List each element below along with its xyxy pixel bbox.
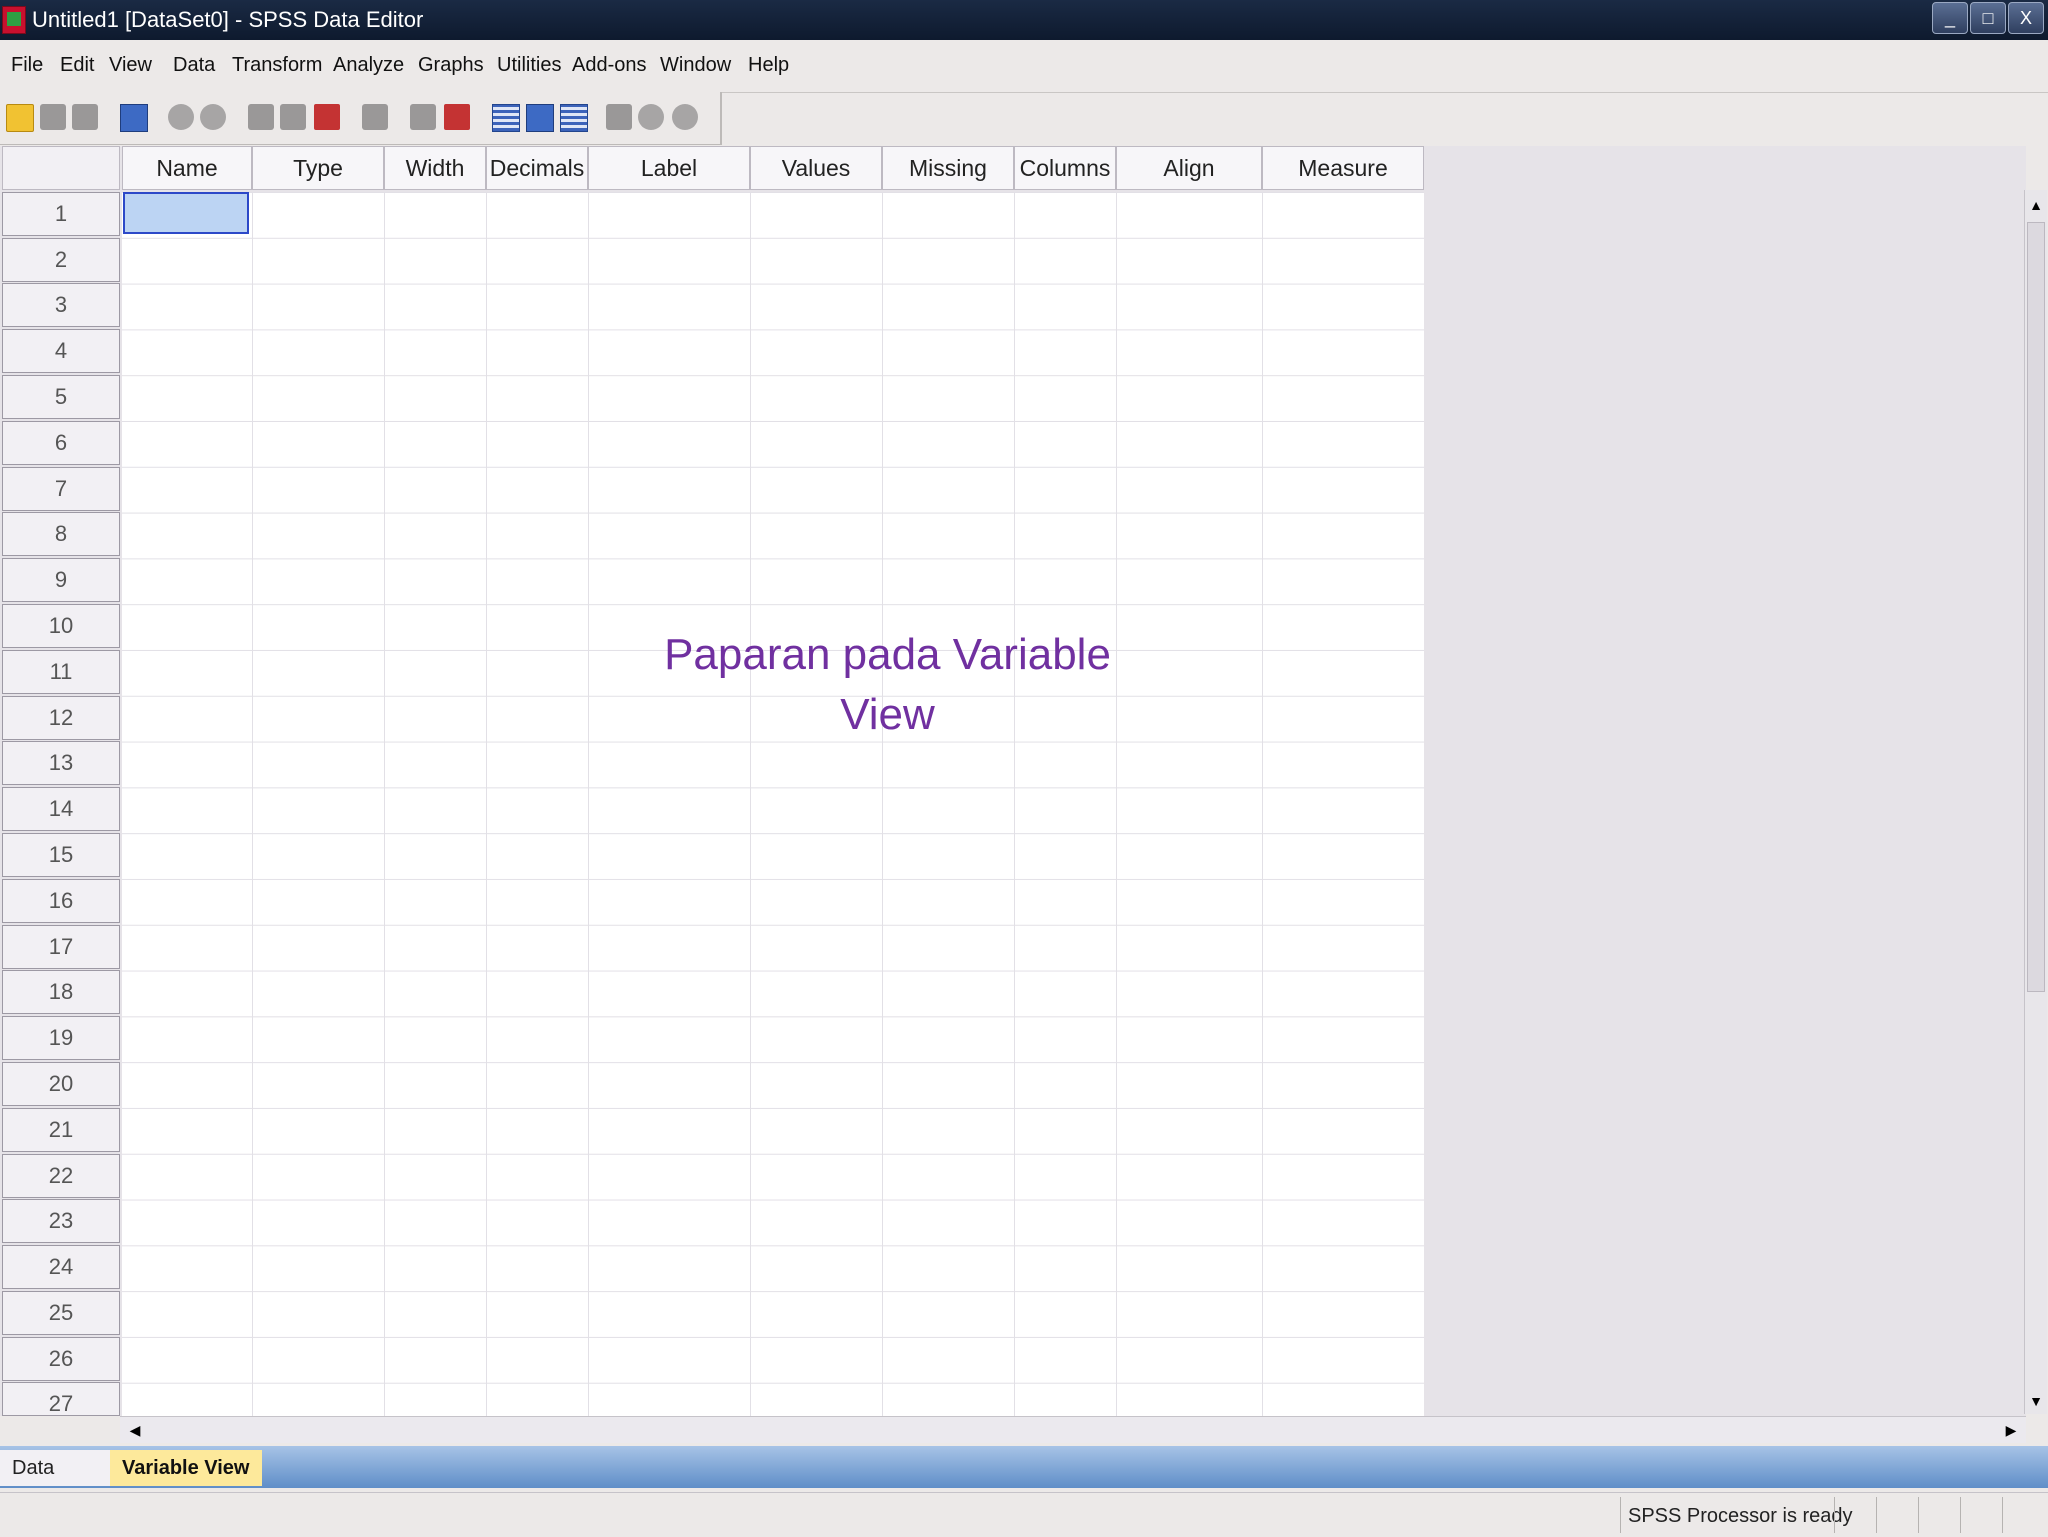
row-header[interactable]: 2 <box>2 238 120 282</box>
tab-data-view[interactable]: Data View <box>0 1450 110 1515</box>
row-header[interactable]: 21 <box>2 1108 120 1152</box>
menu-help[interactable]: Help <box>748 54 789 77</box>
insert-cases-icon[interactable] <box>410 104 436 130</box>
row-header[interactable]: 17 <box>2 925 120 969</box>
selected-cell-name-row-1[interactable] <box>123 192 249 234</box>
row-header[interactable]: 16 <box>2 879 120 923</box>
goto-variable-icon[interactable] <box>280 104 306 130</box>
menu-utilities[interactable]: Utilities <box>497 54 561 77</box>
annotation-line-2: View <box>840 690 935 739</box>
row-header[interactable]: 9 <box>2 558 120 602</box>
column-header-type[interactable]: Type <box>252 146 384 190</box>
status-text: SPSS Processor is ready <box>1628 1505 1853 1527</box>
row-header[interactable]: 18 <box>2 970 120 1014</box>
vertical-scrollbar[interactable]: ▲ ▼ <box>2024 190 2047 1414</box>
horizontal-scrollbar[interactable]: ◀ ▶ <box>120 1416 2026 1443</box>
column-header-measure[interactable]: Measure <box>1262 146 1424 190</box>
insert-variable-icon[interactable] <box>444 104 470 130</box>
column-header-width[interactable]: Width <box>384 146 486 190</box>
window-controls: _ □ X <box>1932 2 2044 36</box>
vertical-scroll-thumb[interactable] <box>2027 222 2045 992</box>
row-header[interactable]: 10 <box>2 604 120 648</box>
column-header-missing[interactable]: Missing <box>882 146 1014 190</box>
scroll-up-icon[interactable]: ▲ <box>2025 194 2047 216</box>
row-header[interactable]: 22 <box>2 1154 120 1198</box>
row-header[interactable]: 24 <box>2 1245 120 1289</box>
scroll-down-icon[interactable]: ▼ <box>2025 1390 2047 1412</box>
row-header[interactable]: 23 <box>2 1199 120 1243</box>
variables-icon[interactable] <box>314 104 340 130</box>
column-header-values[interactable]: Values <box>750 146 882 190</box>
scroll-left-icon[interactable]: ◀ <box>124 1419 146 1441</box>
row-header[interactable]: 11 <box>2 650 120 694</box>
column-header-label[interactable]: Label <box>588 146 750 190</box>
row-header[interactable]: 19 <box>2 1016 120 1060</box>
row-header[interactable]: 14 <box>2 787 120 831</box>
menu-transform[interactable]: Transform <box>232 54 322 77</box>
find-icon[interactable] <box>362 104 388 130</box>
annotation-line-1: Paparan pada Variable <box>664 630 1111 679</box>
row-header[interactable]: 12 <box>2 696 120 740</box>
row-header[interactable]: 6 <box>2 421 120 465</box>
menu-file[interactable]: File <box>11 54 43 77</box>
row-header[interactable]: 27 <box>2 1382 120 1416</box>
weight-cases-icon[interactable] <box>526 104 554 132</box>
row-header[interactable]: 8 <box>2 512 120 556</box>
row-header[interactable]: 25 <box>2 1291 120 1335</box>
redo-icon[interactable] <box>200 104 226 130</box>
menu-window[interactable]: Window <box>660 54 731 77</box>
split-file-icon[interactable] <box>492 104 520 132</box>
menu-edit[interactable]: Edit <box>60 54 94 77</box>
scroll-right-icon[interactable]: ▶ <box>2000 1419 2022 1441</box>
show-all-icon[interactable] <box>672 104 698 130</box>
grid-corner[interactable] <box>2 146 120 190</box>
row-header[interactable]: 4 <box>2 329 120 373</box>
view-tab-bar: Data View Variable View <box>0 1446 2048 1515</box>
menu-analyze[interactable]: Analyze <box>333 54 404 77</box>
menu-graphs[interactable]: Graphs <box>418 54 484 77</box>
row-header[interactable]: 1 <box>2 192 120 236</box>
row-header[interactable]: 3 <box>2 283 120 327</box>
dialog-recall-icon[interactable] <box>120 104 148 132</box>
value-labels-icon[interactable] <box>606 104 632 130</box>
print-icon[interactable] <box>72 104 98 130</box>
open-icon[interactable] <box>6 104 34 132</box>
select-cases-icon[interactable] <box>560 104 588 132</box>
row-header[interactable]: 5 <box>2 375 120 419</box>
restore-button[interactable]: □ <box>1970 2 2006 34</box>
minimize-button[interactable]: _ <box>1932 2 1968 34</box>
close-button[interactable]: X <box>2008 2 2044 34</box>
row-header[interactable]: 26 <box>2 1337 120 1381</box>
spss-app-icon <box>2 6 26 34</box>
row-header[interactable]: 13 <box>2 741 120 785</box>
title-bar: Untitled1 [DataSet0] - SPSS Data Editor … <box>0 0 2048 40</box>
tab-variable-view[interactable]: Variable View <box>110 1450 262 1486</box>
menu-data[interactable]: Data <box>173 54 215 77</box>
undo-icon[interactable] <box>168 104 194 130</box>
variable-grid: Name Type Width Decimals Label Values Mi… <box>0 146 2026 1416</box>
row-header[interactable]: 7 <box>2 467 120 511</box>
annotation-text: Paparan pada Variable View <box>600 625 1175 745</box>
toolbar <box>0 92 722 145</box>
column-header-columns[interactable]: Columns <box>1014 146 1116 190</box>
menu-view[interactable]: View <box>109 54 152 77</box>
column-header-decimals[interactable]: Decimals <box>486 146 588 190</box>
column-header-name[interactable]: Name <box>122 146 252 190</box>
use-sets-icon[interactable] <box>638 104 664 130</box>
save-icon[interactable] <box>40 104 66 130</box>
menu-addons[interactable]: Add-ons <box>572 54 647 77</box>
row-header[interactable]: 20 <box>2 1062 120 1106</box>
row-header[interactable]: 15 <box>2 833 120 877</box>
grid-data-area[interactable] <box>122 192 1424 1416</box>
window-title: Untitled1 [DataSet0] - SPSS Data Editor <box>32 7 424 32</box>
menu-bar: File Edit View Data Transform Analyze Gr… <box>0 40 2048 93</box>
goto-case-icon[interactable] <box>248 104 274 130</box>
status-bar: SPSS Processor is ready <box>0 1492 2048 1537</box>
column-header-align[interactable]: Align <box>1116 146 1262 190</box>
